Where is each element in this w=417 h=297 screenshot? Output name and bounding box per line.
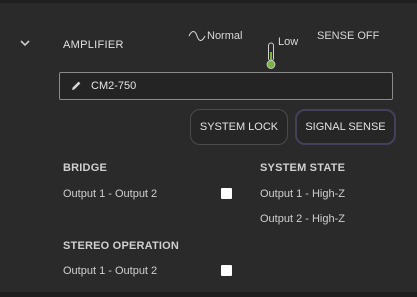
device-name-value: CM2-750 (91, 80, 137, 92)
chevron-down-icon[interactable] (19, 38, 31, 48)
stereo-pair-label: Output 1 - Output 2 (63, 265, 158, 277)
bridge-checkbox[interactable] (221, 188, 232, 199)
mode-normal: Normal (188, 30, 242, 42)
sine-wave-icon (188, 31, 206, 41)
bridge-pair-label: Output 1 - Output 2 (63, 188, 158, 200)
mode-low-label: Low (278, 36, 299, 48)
amplifier-title: AMPLIFIER (63, 39, 124, 51)
system-state-heading: SYSTEM STATE (260, 162, 346, 174)
mode-low: Low (265, 30, 298, 70)
system-lock-button[interactable]: SYSTEM LOCK (190, 109, 288, 145)
bridge-heading: BRIDGE (63, 162, 107, 174)
amplifier-panel: AMPLIFIER Normal Low SENSE OFF CM2-750 S… (0, 0, 417, 297)
stereo-checkbox[interactable] (221, 265, 232, 276)
sense-status-label: SENSE OFF (317, 30, 380, 42)
mode-sense: SENSE OFF (317, 30, 379, 42)
system-state-line-1: Output 1 - High-Z (260, 188, 345, 200)
stereo-heading: STEREO OPERATION (63, 240, 180, 252)
pencil-icon (72, 81, 81, 90)
mode-normal-label: Normal (207, 30, 243, 42)
signal-sense-button[interactable]: SIGNAL SENSE (295, 109, 396, 145)
thermometer-icon (266, 42, 276, 69)
device-name-field[interactable]: CM2-750 (59, 72, 393, 100)
top-divider (0, 0, 417, 3)
system-state-line-2: Output 2 - High-Z (260, 213, 345, 225)
bottom-divider (0, 292, 417, 297)
